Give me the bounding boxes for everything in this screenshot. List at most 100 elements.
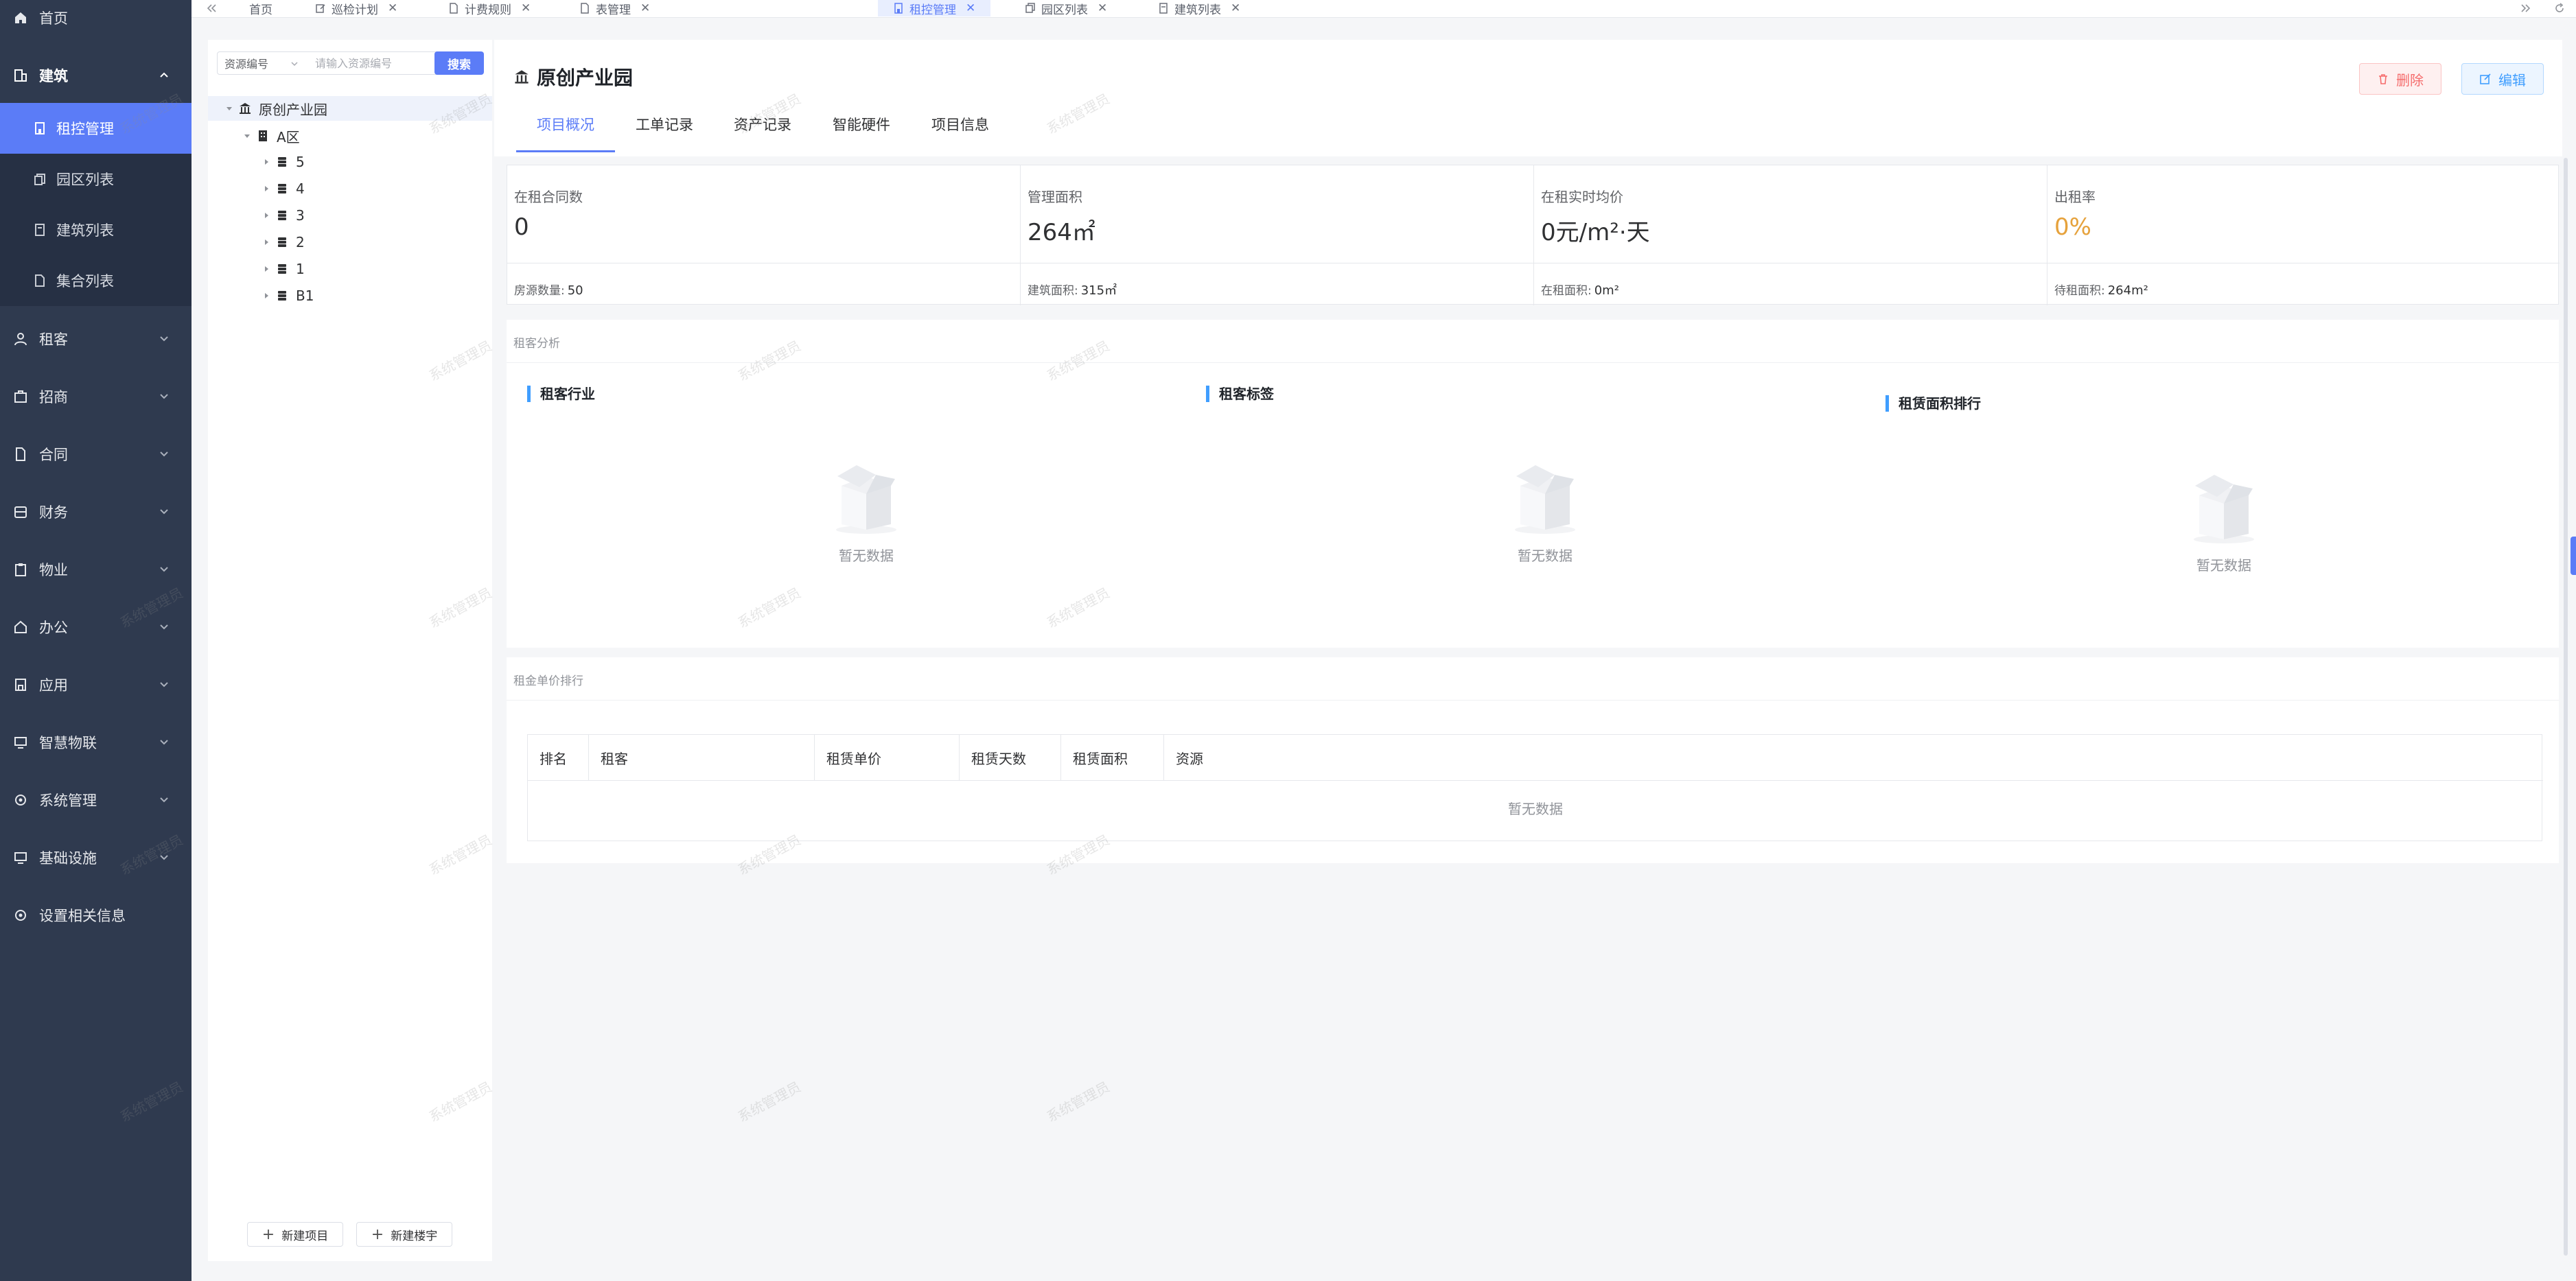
column-header: 租客 bbox=[589, 735, 815, 780]
nav-home[interactable]: 首页 bbox=[0, 0, 192, 36]
nav-finance[interactable]: 财务 bbox=[0, 488, 192, 536]
empty-box-icon bbox=[836, 465, 896, 534]
tab-billing-rules[interactable]: 计费规则 ✕ bbox=[448, 0, 531, 17]
tree-node-zone[interactable]: A区 bbox=[242, 124, 300, 148]
tab-park-list[interactable]: 园区列表 ✕ bbox=[1025, 0, 1107, 17]
plus-icon: + bbox=[262, 1225, 275, 1243]
close-icon[interactable]: ✕ bbox=[1231, 1, 1240, 15]
tab-asset-records[interactable]: 资产记录 bbox=[734, 114, 791, 134]
scrollbar[interactable] bbox=[2564, 158, 2568, 1256]
tab-bar: 首页 巡检计划 ✕ 计费规则 ✕ 表管理 ✕ 租控管理 ✕ 园区列表 ✕ 建筑列表 ✕ bbox=[192, 0, 2576, 18]
edit-icon bbox=[2480, 73, 2491, 84]
double-chevron-right-icon[interactable] bbox=[2520, 3, 2532, 14]
tab-project-info[interactable]: 项目信息 bbox=[931, 114, 989, 134]
tenant-analysis-panel: 租客分析 租客行业 租客标签 租赁面积排行 暂无数据 暂无数据 暂无数据 bbox=[507, 320, 2559, 648]
tab-building-list[interactable]: 建筑列表 ✕ bbox=[1158, 0, 1240, 17]
close-icon[interactable]: ✕ bbox=[1098, 1, 1107, 15]
chevron-down-icon bbox=[291, 62, 298, 67]
nav-settings-info[interactable]: 设置相关信息 bbox=[0, 891, 192, 939]
stack-icon bbox=[275, 209, 289, 222]
monitor-icon bbox=[12, 849, 30, 867]
chevron-down-icon bbox=[160, 740, 168, 745]
tree-node-building[interactable]: 4 bbox=[262, 176, 305, 201]
trash-icon bbox=[2379, 74, 2387, 84]
tree-node-building[interactable]: B1 bbox=[262, 283, 314, 308]
divider bbox=[507, 362, 2559, 363]
nav-apps[interactable]: 应用 bbox=[0, 661, 192, 709]
caret-right-icon bbox=[262, 264, 271, 274]
monitor-icon bbox=[12, 733, 30, 751]
close-icon[interactable]: ✕ bbox=[966, 1, 975, 15]
new-project-button[interactable]: + 新建项目 bbox=[247, 1222, 343, 1247]
user-icon bbox=[12, 330, 30, 348]
empty-box-icon bbox=[1515, 465, 1575, 534]
close-icon[interactable]: ✕ bbox=[521, 1, 531, 15]
resource-type-select[interactable]: 资源编号 bbox=[217, 51, 308, 75]
close-icon[interactable]: ✕ bbox=[640, 1, 650, 15]
nav-infrastructure[interactable]: 基础设施 bbox=[0, 834, 192, 882]
column-header: 租赁单价 bbox=[815, 735, 960, 780]
tab-meter-management[interactable]: 表管理 ✕ bbox=[579, 0, 650, 17]
empty-box-icon bbox=[2194, 475, 2254, 543]
edit-button[interactable]: 编辑 bbox=[2461, 63, 2544, 95]
tab-inspection-plan[interactable]: 巡检计划 ✕ bbox=[315, 0, 397, 17]
sidebar-item-park-list[interactable]: 园区列表 bbox=[0, 154, 192, 204]
copy-icon bbox=[32, 171, 48, 187]
empty-state: 暂无数据 bbox=[811, 458, 921, 565]
stat-leasing-contracts: 在租合同数 0 房源数量: 50 bbox=[507, 165, 1021, 305]
sidebar-item-rent-control[interactable]: 租控管理 bbox=[0, 103, 192, 154]
tree-node-building[interactable]: 2 bbox=[262, 230, 305, 255]
tree-node-root[interactable]: 原创产业园 bbox=[208, 96, 492, 121]
building-icon bbox=[12, 67, 30, 84]
tree-node-building[interactable]: 3 bbox=[262, 203, 305, 228]
double-chevron-left-icon[interactable] bbox=[205, 3, 218, 14]
delete-button[interactable]: 删除 bbox=[2359, 63, 2441, 95]
tree-node-building[interactable]: 5 bbox=[262, 150, 305, 174]
caret-right-icon bbox=[262, 157, 271, 167]
column-header: 租赁面积 bbox=[1061, 735, 1164, 780]
nav-property[interactable]: 物业 bbox=[0, 545, 192, 594]
stats-grid: 在租合同数 0 房源数量: 50 管理面积 264㎡ 建筑面积: 315㎡ 在租实时… bbox=[507, 165, 2560, 305]
nav-building[interactable]: 建筑 bbox=[0, 51, 192, 99]
search-button[interactable]: 搜索 bbox=[434, 51, 484, 75]
stat-occupancy-rate: 出租率 0% 待租面积: 264m² bbox=[2054, 189, 2148, 298]
stack-icon bbox=[275, 289, 289, 303]
watermark: 系统管理员 bbox=[1043, 1078, 1113, 1125]
side-drawer-handle[interactable] bbox=[2571, 537, 2576, 575]
stat-average-price: 在租实时均价 0元/m²·天 在租面积: 0m² bbox=[1534, 165, 2047, 305]
sidebar-item-building-list[interactable]: 建筑列表 bbox=[0, 204, 192, 255]
nav-contract[interactable]: 合同 bbox=[0, 430, 192, 478]
tab-smart-hardware[interactable]: 智能硬件 bbox=[833, 114, 890, 134]
stack-icon bbox=[275, 262, 289, 276]
tree-node-building[interactable]: 1 bbox=[262, 257, 305, 281]
chevron-down-icon bbox=[160, 682, 168, 687]
divider bbox=[507, 700, 2559, 701]
tab-home[interactable]: 首页 bbox=[249, 0, 272, 17]
nav-office[interactable]: 办公 bbox=[0, 603, 192, 651]
nav-investment[interactable]: 招商 bbox=[0, 373, 192, 421]
chevron-down-icon bbox=[160, 336, 168, 342]
caret-right-icon bbox=[262, 211, 271, 220]
search-input[interactable] bbox=[307, 51, 437, 75]
bank-icon bbox=[515, 70, 529, 84]
tab-overview[interactable]: 项目概况 bbox=[537, 114, 594, 134]
nav-iot[interactable]: 智慧物联 bbox=[0, 718, 192, 766]
tab-rent-control[interactable]: 租控管理 ✕ bbox=[878, 0, 991, 17]
tree-panel: 资源编号 搜索 原创产业园 A区 5 4 3 2 1 B1 bbox=[208, 40, 492, 1261]
refresh-icon[interactable] bbox=[2553, 2, 2566, 14]
document-icon bbox=[579, 3, 590, 14]
chevron-up-icon bbox=[160, 72, 168, 78]
new-building-button[interactable]: + 新建楼宇 bbox=[356, 1222, 452, 1247]
caret-down-icon bbox=[242, 131, 252, 141]
tab-work-orders[interactable]: 工单记录 bbox=[636, 114, 693, 134]
sidebar-item-collection-list[interactable]: 集合列表 bbox=[0, 255, 192, 306]
nav-system[interactable]: 系统管理 bbox=[0, 776, 192, 824]
close-icon[interactable]: ✕ bbox=[388, 1, 397, 15]
page-title: 原创产业园 bbox=[513, 63, 633, 91]
nav-tenant[interactable]: 租客 bbox=[0, 315, 192, 363]
chevron-down-icon bbox=[160, 451, 168, 457]
database-icon bbox=[12, 503, 30, 521]
column-header: 租赁天数 bbox=[960, 735, 1061, 780]
home-icon bbox=[12, 9, 30, 27]
section-title-area-ranking: 租赁面积排行 bbox=[1885, 395, 1981, 412]
